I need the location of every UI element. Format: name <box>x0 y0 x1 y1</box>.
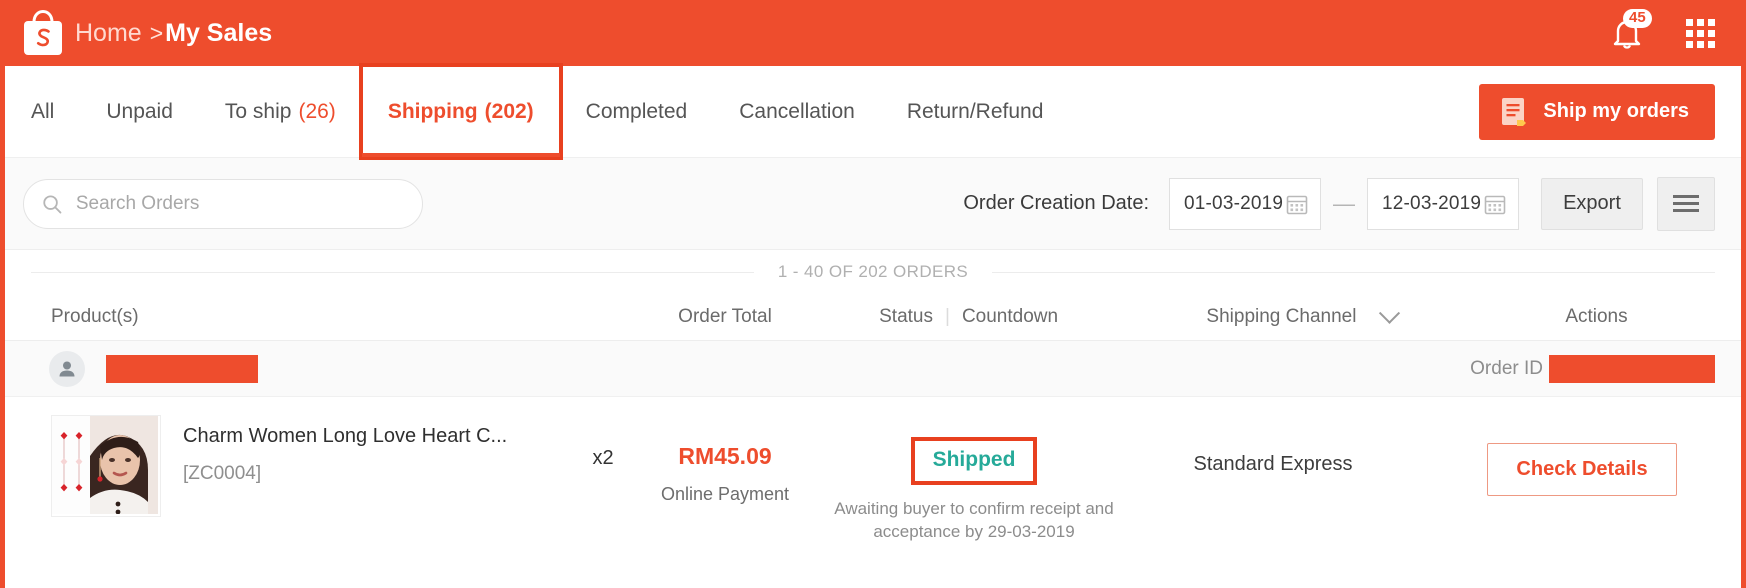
product-info: Charm Women Long Love Heart C... [ZC0004… <box>183 415 507 485</box>
tab-label: To ship <box>224 99 292 123</box>
tab-unpaid[interactable]: Unpaid <box>80 66 199 157</box>
search-icon <box>43 194 62 213</box>
search-input[interactable] <box>73 191 404 216</box>
orders-count-text: 1 - 40 OF 202 ORDERS <box>777 262 969 281</box>
grid-dot <box>1708 18 1715 26</box>
breadcrumb-home[interactable]: Home <box>75 19 142 48</box>
order-buyer-row: Order ID <box>5 341 1741 397</box>
buyer-name-redacted <box>106 354 258 383</box>
tab-count: (202) <box>484 99 534 123</box>
search-orders-box[interactable] <box>23 178 423 229</box>
shipping-channel-label: Shipping Channel <box>1206 306 1357 327</box>
document-pencil-icon <box>1502 97 1527 126</box>
calendar-icon <box>1484 195 1506 214</box>
seller-centre-page: Home > My Sales 45 All Unpaid To ship (2… <box>0 0 1746 588</box>
product-quantity: x2 <box>592 447 614 469</box>
tab-to-ship[interactable]: To ship (26) <box>199 66 362 157</box>
grid-dot <box>1686 18 1693 26</box>
column-header-order-total: Order Total <box>678 306 772 327</box>
tab-shipping[interactable]: Shipping (202) <box>358 63 563 160</box>
grid-dot <box>1708 40 1715 48</box>
product-thumbnail[interactable] <box>51 415 161 517</box>
shipping-channel-cell: Standard Express <box>1193 453 1353 475</box>
actions-cell: Check Details <box>1423 415 1741 496</box>
chevron-down-icon <box>1379 302 1401 324</box>
grid-dot <box>1686 40 1693 48</box>
calendar-icon <box>1286 195 1308 214</box>
orders-table-header: Product(s) Order Total Status | Countdow… <box>5 294 1741 341</box>
tab-label: Completed <box>585 99 688 123</box>
ship-my-orders-button[interactable]: Ship my orders <box>1479 83 1715 140</box>
order-total-cell: RM45.09 Online Payment <box>625 415 825 505</box>
shopee-logo[interactable] <box>17 7 69 59</box>
check-details-button[interactable]: Check Details <box>1487 443 1677 496</box>
notification-bell-button[interactable]: 45 <box>1610 9 1652 51</box>
status-badge: Shipped <box>910 437 1038 485</box>
column-header-shipping-channel[interactable]: Shipping Channel <box>1152 302 1452 328</box>
order-total-amount: RM45.09 <box>678 443 772 469</box>
column-header-product: Product(s) <box>51 306 139 327</box>
table-row: Charm Women Long Love Heart C... [ZC0004… <box>5 397 1741 541</box>
shopee-bag-icon <box>24 9 62 55</box>
grid-dot <box>1697 29 1704 37</box>
date-to-input[interactable]: 12-03-2019 <box>1367 177 1519 230</box>
date-from-value: 01-03-2019 <box>1184 192 1284 214</box>
countdown-note: Awaiting buyer to confirm receipt and ac… <box>834 499 1114 541</box>
order-status-tabs: All Unpaid To ship (26) Shipping (202) C… <box>5 63 1741 160</box>
menu-line <box>1673 202 1699 205</box>
grid-dot <box>1697 18 1704 26</box>
date-to-value: 12-03-2019 <box>1382 192 1482 214</box>
menu-line <box>1673 209 1699 212</box>
product-name[interactable]: Charm Women Long Love Heart C... <box>183 423 507 449</box>
order-creation-date-label: Order Creation Date: <box>963 192 1149 214</box>
order-id-redacted <box>1549 354 1715 383</box>
tab-label: Cancellation <box>739 99 855 123</box>
date-range-separator: — <box>1333 190 1355 216</box>
breadcrumb-current-page: My Sales <box>165 18 273 47</box>
notification-count-badge: 45 <box>1623 9 1652 28</box>
order-id-group: Order ID <box>1470 354 1715 383</box>
person-icon <box>59 361 75 376</box>
grid-dot <box>1686 29 1693 37</box>
divider-line-right <box>992 271 1715 273</box>
column-header-separator: | <box>945 306 950 327</box>
tab-all[interactable]: All <box>5 66 80 157</box>
top-bar-actions: 45 <box>1610 9 1715 51</box>
avatar <box>49 350 85 387</box>
order-id-label: Order ID <box>1470 357 1543 379</box>
orders-count-divider: 1 - 40 OF 202 ORDERS <box>5 250 1741 294</box>
apps-grid-button[interactable] <box>1686 18 1715 48</box>
column-header-status: Status <box>879 306 933 327</box>
tab-label: Shipping <box>387 99 478 123</box>
product-sku: [ZC0004] <box>183 463 262 484</box>
product-cell: Charm Women Long Love Heart C... [ZC0004… <box>5 415 625 517</box>
menu-line <box>1673 195 1699 198</box>
tab-label: All <box>31 99 55 123</box>
order-creation-date-filter: Order Creation Date: 01-03-2019 — 12-03-… <box>963 176 1715 231</box>
filter-toolbar: Order Creation Date: 01-03-2019 — 12-03-… <box>5 158 1741 250</box>
column-header-countdown: Countdown <box>961 306 1059 327</box>
tab-return-refund[interactable]: Return/Refund <box>881 66 1070 157</box>
tab-count: (26) <box>298 99 336 123</box>
top-navigation-bar: Home > My Sales 45 <box>5 0 1741 66</box>
tab-label: Unpaid <box>106 99 173 123</box>
grid-dot <box>1697 40 1704 48</box>
tab-label: Return/Refund <box>906 99 1044 123</box>
tab-cancellation[interactable]: Cancellation <box>713 66 881 157</box>
list-options-button[interactable] <box>1657 176 1715 231</box>
grid-dot <box>1708 29 1715 37</box>
payment-method: Online Payment <box>660 484 790 504</box>
breadcrumb-separator: > <box>149 19 164 46</box>
ship-my-orders-label: Ship my orders <box>1543 100 1689 122</box>
date-from-input[interactable]: 01-03-2019 <box>1169 177 1321 230</box>
divider-line-left <box>31 271 754 273</box>
tab-completed[interactable]: Completed <box>560 66 714 157</box>
status-cell: Shipped Awaiting buyer to confirm receip… <box>825 415 1123 543</box>
export-button[interactable]: Export <box>1541 177 1643 230</box>
column-header-actions: Actions <box>1565 306 1628 327</box>
breadcrumb: Home > My Sales <box>75 19 272 48</box>
product-image <box>52 416 158 515</box>
